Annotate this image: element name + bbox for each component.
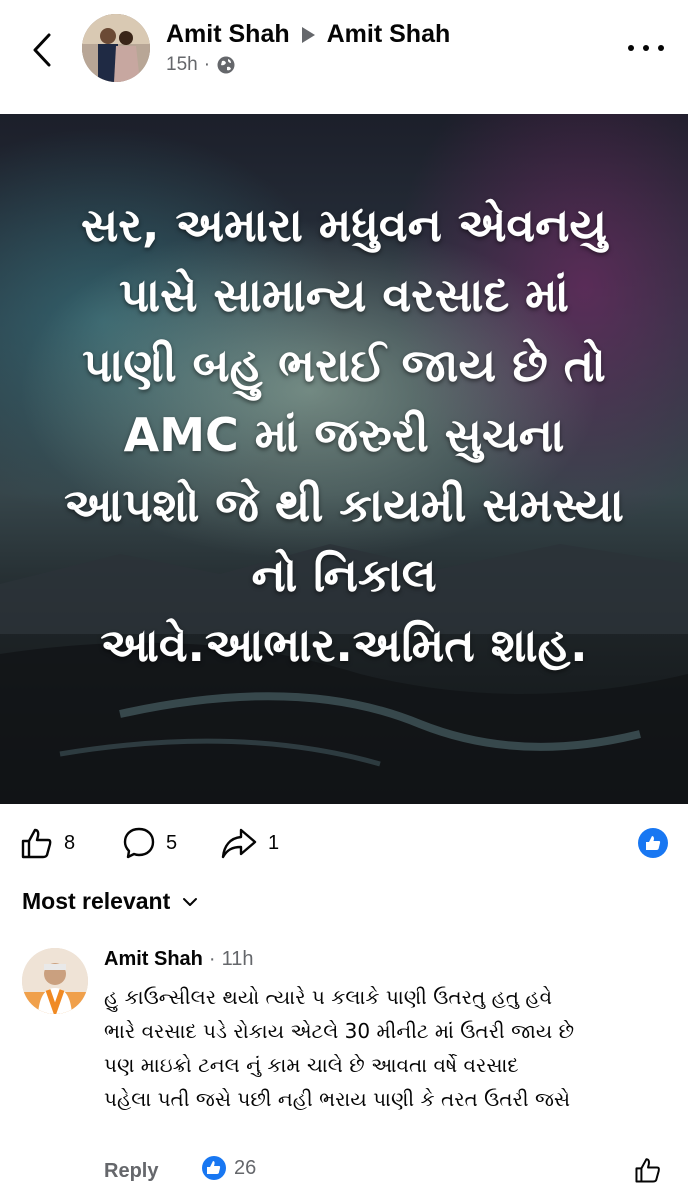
more-options-button[interactable] xyxy=(628,38,664,58)
comment-text-line: પહેલા પતી જસે પછી નહી ભરાય પાણી કે તરત ઉ… xyxy=(104,1087,571,1111)
like-count: 8 xyxy=(64,831,76,854)
reaction-like-badge[interactable] xyxy=(638,828,668,858)
image-text-line: પાસે સામાન્ય વરસાદ માં xyxy=(119,268,569,322)
share-button[interactable]: 1 xyxy=(220,826,279,860)
comment-count: 5 xyxy=(166,831,178,854)
share-arrow-icon xyxy=(221,828,257,859)
target-name[interactable]: Amit Shah xyxy=(327,20,451,49)
post-author-line: Amit Shah Amit Shah xyxy=(166,20,450,49)
comment-sort-dropdown[interactable]: Most relevant xyxy=(22,888,198,915)
comment-separator: · xyxy=(208,948,216,970)
comment-header: Amit Shah · 11h xyxy=(104,948,253,971)
image-text-line: આપશો જે થી કાયમી સમસ્યા xyxy=(64,478,624,532)
comment-bubble-icon xyxy=(123,827,155,859)
like-reaction-icon xyxy=(202,1156,226,1180)
more-dot-icon xyxy=(643,45,649,51)
comment-reactions[interactable]: 26 xyxy=(202,1156,256,1180)
thumbs-up-icon xyxy=(21,828,52,859)
meta-separator: · xyxy=(203,54,211,75)
comment-text-line: હુ કાઉન્સીલર થયો ત્યારે પ કલાકે પાણી ઉતર… xyxy=(104,985,553,1009)
comment-button[interactable]: 5 xyxy=(122,826,177,860)
thumbs-up-icon xyxy=(635,1158,660,1183)
share-count: 1 xyxy=(268,831,280,854)
chevron-down-icon xyxy=(183,897,198,906)
post-actions: 8 5 1 xyxy=(0,816,688,870)
comment-text-line: ભારે વરસાદ પડે રોકાય એટલે 30 મીનીટ માં ઉ… xyxy=(104,1019,575,1043)
commenter-avatar[interactable] xyxy=(22,948,88,1014)
image-text-line: આવે.આભાર.અમિત શાહ. xyxy=(100,618,588,672)
commenter-name[interactable]: Amit Shah xyxy=(104,948,203,971)
post-time[interactable]: 15h xyxy=(166,54,198,76)
author-avatar[interactable] xyxy=(82,14,150,82)
post-image-text: સર, અમારા મધુવન એવનયુ પાસે સામાન્ય વરસાદ… xyxy=(30,190,658,680)
globe-icon xyxy=(217,56,235,74)
image-text-line: નો નિકાલ xyxy=(251,548,437,602)
post-header: Amit Shah Amit Shah 15h · xyxy=(0,0,688,110)
thumbs-up-icon xyxy=(646,836,661,850)
post-image[interactable]: સર, અમારા મધુવન એવનયુ પાસે સામાન્ય વરસાદ… xyxy=(0,114,688,804)
like-button[interactable]: 8 xyxy=(20,826,75,860)
sort-label: Most relevant xyxy=(22,888,171,914)
comment-text-line: પણ માઇક્રો ટનલ નું કામ ચાલે છે આવતા વર્ષ… xyxy=(104,1053,519,1077)
chevron-left-icon xyxy=(33,33,51,67)
reply-button[interactable]: Reply xyxy=(104,1160,158,1183)
comment-like-button[interactable] xyxy=(634,1156,662,1189)
image-text-line: AMC માં જરુરી સુચના xyxy=(123,408,565,462)
image-text-line: સર, અમારા મધુવન એવનયુ xyxy=(80,198,608,252)
more-dot-icon xyxy=(628,45,634,51)
comment-time[interactable]: 11h xyxy=(222,948,254,971)
comment-text: હુ કાઉન્સીલર થયો ત્યારે પ કલાકે પાણી ઉતર… xyxy=(104,980,674,1116)
author-name[interactable]: Amit Shah xyxy=(166,20,290,49)
post-meta: 15h · xyxy=(166,54,236,76)
image-text-line: પાણી બહુ ભરાઈ જાય છે તો xyxy=(82,338,606,392)
comment-reaction-count: 26 xyxy=(234,1156,257,1179)
triangle-right-icon xyxy=(301,26,315,43)
more-dot-icon xyxy=(658,45,664,51)
back-button[interactable] xyxy=(22,28,62,72)
